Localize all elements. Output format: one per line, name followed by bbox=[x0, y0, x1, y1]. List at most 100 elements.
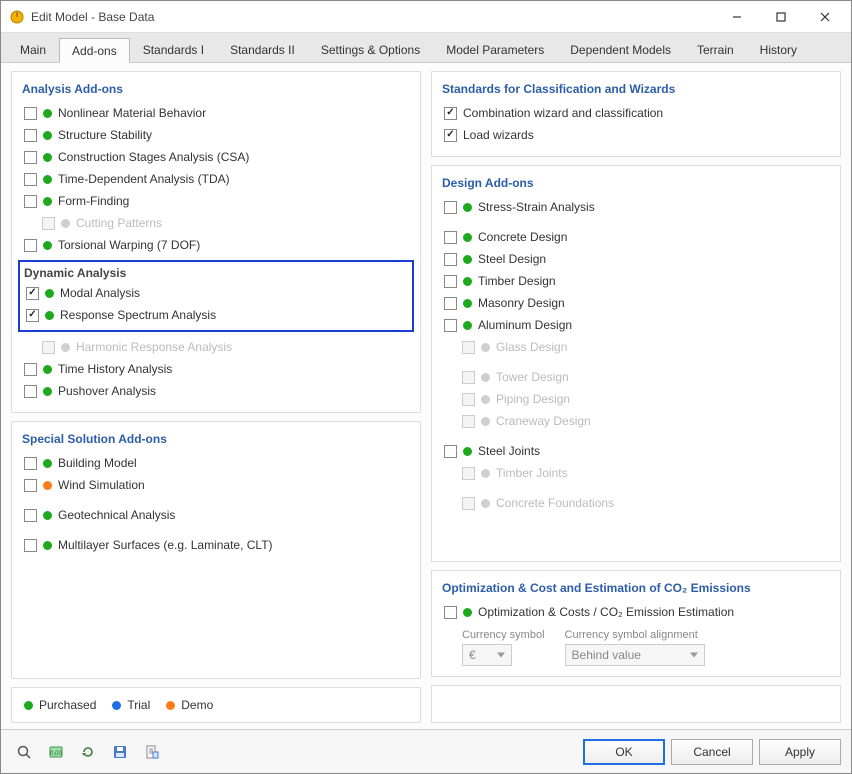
row-multilayer: Multilayer Surfaces (e.g. Laminate, CLT) bbox=[22, 534, 410, 556]
row-timber-design: Timber Design bbox=[442, 270, 830, 292]
tab-settings-options[interactable]: Settings & Options bbox=[308, 37, 433, 62]
status-dot-icon bbox=[43, 175, 52, 184]
footer-tool-report-icon[interactable] bbox=[139, 739, 165, 765]
label-aluminum-design: Aluminum Design bbox=[478, 318, 572, 332]
label-building-model: Building Model bbox=[58, 456, 137, 470]
checkbox-geotechnical[interactable] bbox=[24, 509, 37, 522]
apply-button[interactable]: Apply bbox=[759, 739, 841, 765]
label-tda: Time-Dependent Analysis (TDA) bbox=[58, 172, 230, 186]
footer-tool-save-icon[interactable] bbox=[107, 739, 133, 765]
label-load-wizards: Load wizards bbox=[463, 128, 534, 142]
label-torsional: Torsional Warping (7 DOF) bbox=[58, 238, 200, 252]
label-craneway-design: Craneway Design bbox=[496, 414, 591, 428]
panel-optimization: Optimization & Cost and Estimation of CO… bbox=[431, 570, 841, 677]
tab-dependent-models[interactable]: Dependent Models bbox=[557, 37, 684, 62]
checkbox-stability[interactable] bbox=[24, 129, 37, 142]
row-response-spectrum: Response Spectrum Analysis bbox=[24, 304, 408, 326]
status-dot-icon bbox=[463, 299, 472, 308]
checkbox-tda[interactable] bbox=[24, 173, 37, 186]
ok-button[interactable]: OK bbox=[583, 739, 665, 765]
status-dot-icon bbox=[463, 233, 472, 242]
checkbox-csa[interactable] bbox=[24, 151, 37, 164]
row-steel-design: Steel Design bbox=[442, 248, 830, 270]
tab-standards-2[interactable]: Standards II bbox=[217, 37, 308, 62]
row-combination-wizard: Combination wizard and classification bbox=[442, 102, 830, 124]
checkbox-load-wizards[interactable] bbox=[444, 129, 457, 142]
label-wind-simulation: Wind Simulation bbox=[58, 478, 145, 492]
label-formfinding: Form-Finding bbox=[58, 194, 129, 208]
checkbox-response-spectrum[interactable] bbox=[26, 309, 39, 322]
maximize-button[interactable] bbox=[759, 2, 803, 32]
status-dot-icon bbox=[481, 343, 490, 352]
footer-tool-magnify-icon[interactable] bbox=[11, 739, 37, 765]
checkbox-formfinding[interactable] bbox=[24, 195, 37, 208]
checkbox-time-history[interactable] bbox=[24, 363, 37, 376]
highlight-dynamic-analysis: Dynamic Analysis Modal Analysis Response… bbox=[18, 260, 414, 332]
row-formfinding: Form-Finding bbox=[22, 190, 410, 212]
status-dot-icon bbox=[43, 131, 52, 140]
checkbox-multilayer[interactable] bbox=[24, 539, 37, 552]
panel-special-solution: Special Solution Add-ons Building Model … bbox=[11, 421, 421, 679]
row-concrete-design: Concrete Design bbox=[442, 226, 830, 248]
panel-analysis-addons: Analysis Add-ons Nonlinear Material Beha… bbox=[11, 71, 421, 413]
label-timber-joints: Timber Joints bbox=[496, 466, 568, 480]
checkbox-modal[interactable] bbox=[26, 287, 39, 300]
cancel-button-label: Cancel bbox=[693, 745, 730, 759]
checkbox-steel-joints[interactable] bbox=[444, 445, 457, 458]
tab-standards-1[interactable]: Standards I bbox=[130, 37, 217, 62]
group-header-dynamic: Dynamic Analysis bbox=[24, 266, 408, 280]
checkbox-concrete-design[interactable] bbox=[444, 231, 457, 244]
checkbox-masonry-design[interactable] bbox=[444, 297, 457, 310]
label-glass-design: Glass Design bbox=[496, 340, 567, 354]
row-time-history: Time History Analysis bbox=[22, 358, 410, 380]
label-masonry-design: Masonry Design bbox=[478, 296, 565, 310]
label-currency-alignment: Currency symbol alignment bbox=[565, 629, 705, 641]
checkbox-stress-strain[interactable] bbox=[444, 201, 457, 214]
panel-header-standards: Standards for Classification and Wizards bbox=[442, 82, 830, 96]
label-geotechnical: Geotechnical Analysis bbox=[58, 508, 175, 522]
checkbox-optimization[interactable] bbox=[444, 606, 457, 619]
tab-main[interactable]: Main bbox=[7, 37, 59, 62]
checkbox-wind-simulation[interactable] bbox=[24, 479, 37, 492]
checkbox-aluminum-design[interactable] bbox=[444, 319, 457, 332]
panel-header-analysis: Analysis Add-ons bbox=[22, 82, 410, 96]
tab-addons[interactable]: Add-ons bbox=[59, 38, 130, 63]
label-csa: Construction Stages Analysis (CSA) bbox=[58, 150, 249, 164]
apply-button-label: Apply bbox=[785, 745, 815, 759]
checkbox-cutting bbox=[42, 217, 55, 230]
label-concrete-design: Concrete Design bbox=[478, 230, 567, 244]
label-steel-joints: Steel Joints bbox=[478, 444, 540, 458]
row-torsional: Torsional Warping (7 DOF) bbox=[22, 234, 410, 256]
checkbox-torsional[interactable] bbox=[24, 239, 37, 252]
row-load-wizards: Load wizards bbox=[442, 124, 830, 146]
checkbox-timber-design[interactable] bbox=[444, 275, 457, 288]
select-currency-symbol[interactable]: € bbox=[462, 644, 512, 666]
footer-tool-units-icon[interactable]: 0,00 bbox=[43, 739, 69, 765]
right-column: Standards for Classification and Wizards… bbox=[431, 71, 841, 723]
label-modal: Modal Analysis bbox=[60, 286, 140, 300]
close-button[interactable] bbox=[803, 2, 847, 32]
checkbox-building-model[interactable] bbox=[24, 457, 37, 470]
checkbox-concrete-foundations bbox=[462, 497, 475, 510]
label-steel-design: Steel Design bbox=[478, 252, 546, 266]
tab-terrain[interactable]: Terrain bbox=[684, 37, 747, 62]
status-dot-icon bbox=[463, 255, 472, 264]
row-modal: Modal Analysis bbox=[24, 282, 408, 304]
footer-tool-refresh-icon[interactable] bbox=[75, 739, 101, 765]
app-icon bbox=[9, 9, 25, 25]
optimization-subrow: Currency symbol € Currency symbol alignm… bbox=[442, 629, 830, 666]
checkbox-pushover[interactable] bbox=[24, 385, 37, 398]
checkbox-nonlinear[interactable] bbox=[24, 107, 37, 120]
row-timber-joints: Timber Joints bbox=[442, 462, 830, 484]
checkbox-combination-wizard[interactable] bbox=[444, 107, 457, 120]
tab-model-parameters[interactable]: Model Parameters bbox=[433, 37, 557, 62]
minimize-button[interactable] bbox=[715, 2, 759, 32]
status-dot-icon bbox=[481, 395, 490, 404]
row-csa: Construction Stages Analysis (CSA) bbox=[22, 146, 410, 168]
cancel-button[interactable]: Cancel bbox=[671, 739, 753, 765]
legend-demo: Demo bbox=[166, 698, 213, 712]
select-currency-alignment[interactable]: Behind value bbox=[565, 644, 705, 666]
checkbox-steel-design[interactable] bbox=[444, 253, 457, 266]
tab-history[interactable]: History bbox=[747, 37, 810, 62]
row-pushover: Pushover Analysis bbox=[22, 380, 410, 402]
